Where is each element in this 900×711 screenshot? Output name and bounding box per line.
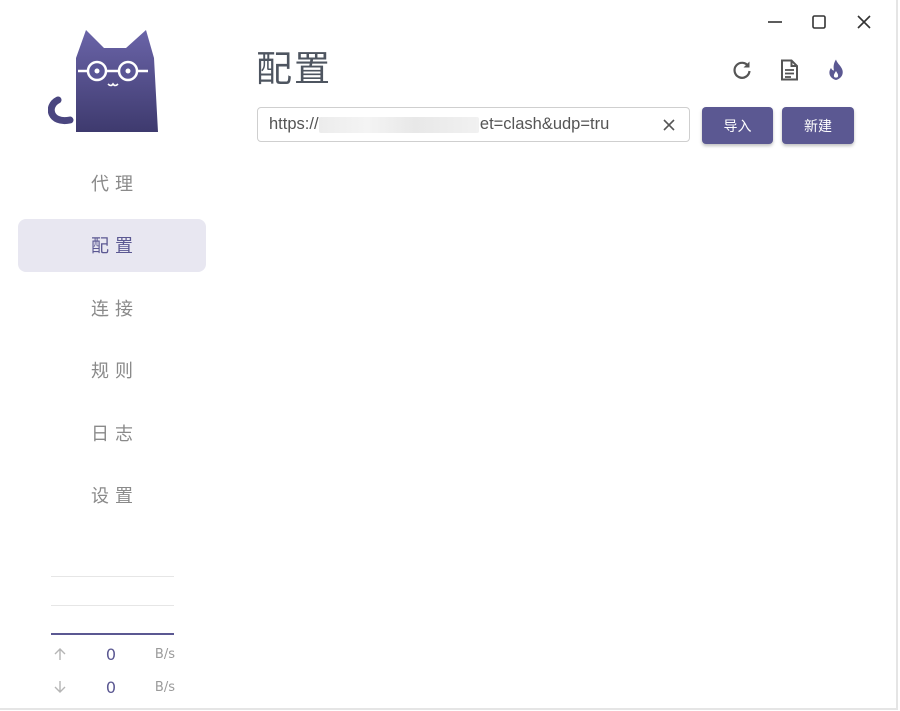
sidebar-nav: 代理 配置 连接 规则 日志 设置	[18, 156, 206, 531]
minimize-icon[interactable]	[765, 12, 785, 32]
traffic-graph-gridline	[51, 576, 174, 577]
traffic-graph-gridline	[51, 605, 174, 606]
upload-speed-unit: B/s	[154, 646, 175, 662]
sidebar-item-settings[interactable]: 设置	[18, 469, 206, 522]
clear-input-icon[interactable]	[661, 117, 677, 133]
profile-url-field	[257, 107, 690, 142]
traffic-graph-baseline	[51, 633, 174, 635]
sidebar-item-proxy[interactable]: 代理	[18, 156, 206, 209]
cat-logo-icon	[48, 30, 158, 132]
arrow-down-icon	[54, 681, 66, 693]
sidebar-item-profiles[interactable]: 配置	[18, 218, 206, 272]
traffic-download: 0 B/s	[51, 676, 175, 698]
url-redaction	[319, 117, 479, 133]
new-profile-button[interactable]: 新建	[782, 107, 854, 144]
sidebar: 代理 配置 连接 规则 日志 设置 0 B/s 0 B/s	[0, 0, 224, 708]
download-speed-unit: B/s	[154, 679, 175, 695]
download-speed-value: 0	[105, 677, 117, 697]
sidebar-item-connections[interactable]: 连接	[18, 281, 206, 334]
page-title: 配置	[256, 49, 333, 90]
sidebar-item-rules[interactable]: 规则	[18, 344, 206, 397]
import-button[interactable]: 导入	[702, 107, 773, 144]
sidebar-item-logs[interactable]: 日志	[18, 406, 206, 459]
maximize-icon[interactable]	[809, 12, 829, 32]
app-window: 代理 配置 连接 规则 日志 设置 0 B/s 0 B/s 配置 https:/…	[0, 0, 898, 710]
refresh-icon[interactable]	[730, 58, 754, 82]
upload-speed-value: 0	[105, 644, 117, 664]
arrow-up-icon	[54, 648, 66, 660]
log-file-icon[interactable]	[777, 58, 801, 82]
fire-icon[interactable]	[824, 58, 848, 82]
traffic-upload: 0 B/s	[51, 643, 175, 665]
close-icon[interactable]	[854, 12, 874, 32]
